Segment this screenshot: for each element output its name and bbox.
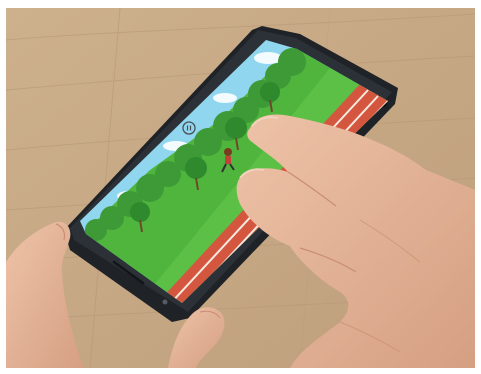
- sensor-dot: [162, 299, 168, 305]
- photo-scene: [0, 0, 481, 374]
